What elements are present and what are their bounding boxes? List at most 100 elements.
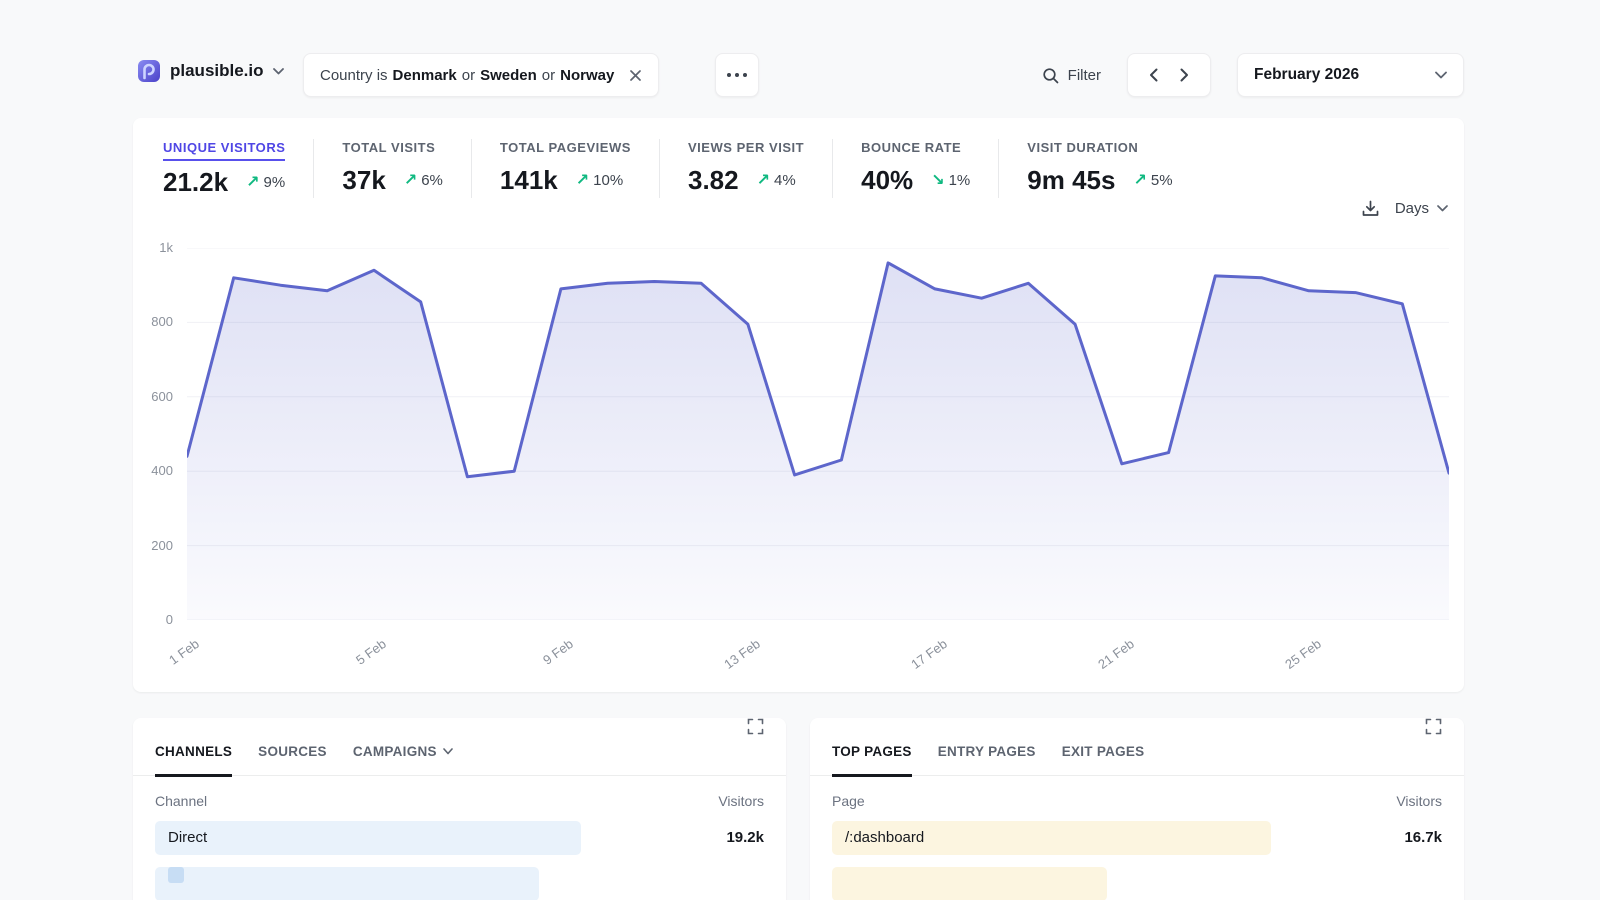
favicon	[168, 867, 184, 883]
chevron-down-icon	[1435, 71, 1447, 79]
table-row[interactable]	[155, 867, 764, 900]
metric-value: 141k	[500, 165, 558, 196]
trend-up-icon: ↗	[1133, 173, 1146, 189]
tab-entry-pages[interactable]: ENTRY PAGES	[938, 744, 1036, 775]
chevron-down-icon	[443, 748, 453, 755]
pages-column-headers: Page Visitors	[810, 776, 1464, 821]
metric-value: 40%	[861, 165, 913, 196]
metric-bounce-rate[interactable]: BOUNCE RATE 40% ↘ 1%	[832, 139, 998, 198]
metric-total-pageviews[interactable]: TOTAL PAGEVIEWS 141k ↗10%	[471, 139, 659, 198]
tab-exit-pages[interactable]: EXIT PAGES	[1062, 744, 1145, 775]
metric-change: 6%	[421, 172, 443, 189]
topbar-right: Filter February 2026	[1042, 53, 1464, 97]
tab-label: SOURCES	[258, 744, 327, 759]
pages-card: TOP PAGES ENTRY PAGES EXIT PAGES Page Vi…	[810, 718, 1464, 900]
chevron-left-icon[interactable]	[1141, 60, 1167, 90]
row-name[interactable]: Direct	[168, 821, 207, 855]
y-tick-label: 600	[133, 389, 173, 404]
chart-svg[interactable]	[187, 248, 1449, 620]
tab-top-pages[interactable]: TOP PAGES	[832, 744, 912, 775]
expand-icon[interactable]	[1425, 718, 1442, 735]
metric-visit-duration[interactable]: VISIT DURATION 9m 45s ↗5%	[998, 139, 1200, 198]
x-tick-label: 25 Feb	[1258, 636, 1323, 689]
metric-value: 3.82	[688, 165, 739, 196]
row-name[interactable]: /:dashboard	[845, 821, 924, 855]
x-tick-label: 13 Feb	[697, 636, 762, 689]
ellipsis-icon	[727, 73, 731, 77]
more-filters-button[interactable]	[715, 53, 759, 97]
filter-country-1: Denmark	[393, 67, 457, 84]
tab-label: CHANNELS	[155, 744, 232, 759]
metric-label: TOTAL PAGEVIEWS	[500, 140, 631, 159]
table-row[interactable]: Direct 19.2k	[155, 821, 764, 855]
filter-prefix: Country is	[320, 67, 388, 84]
tab-label: ENTRY PAGES	[938, 744, 1036, 759]
filter-button[interactable]: Filter	[1042, 67, 1101, 84]
main-graph-card: UNIQUE VISITORS 21.2k ↗9% TOTAL VISITS 3…	[133, 118, 1464, 692]
metric-unique-visitors[interactable]: UNIQUE VISITORS 21.2k ↗9%	[163, 139, 313, 198]
period-nav	[1127, 53, 1211, 97]
trend-up-icon: ↗	[757, 173, 770, 189]
metric-change: 9%	[263, 174, 285, 191]
chart-controls: Days	[1362, 200, 1448, 217]
trend-up-icon: ↗	[246, 175, 259, 191]
table-row[interactable]	[832, 867, 1442, 900]
row-value: 19.2k	[726, 821, 764, 855]
chevron-right-icon[interactable]	[1172, 60, 1198, 90]
tab-campaigns[interactable]: CAMPAIGNS	[353, 744, 453, 775]
channels-rows: Direct 19.2k	[133, 821, 786, 900]
row-value: 16.7k	[1404, 821, 1442, 855]
trend-up-icon: ↗	[404, 173, 417, 189]
period-label: February 2026	[1254, 66, 1359, 84]
filter-button-label: Filter	[1068, 67, 1101, 84]
close-icon[interactable]	[629, 69, 642, 82]
metric-label: TOTAL VISITS	[342, 140, 435, 159]
tab-sources[interactable]: SOURCES	[258, 744, 327, 775]
tab-label: TOP PAGES	[832, 744, 912, 759]
chevron-down-icon	[1437, 205, 1448, 212]
column-header-visitors: Visitors	[1396, 793, 1442, 809]
filter-conjunction: or	[462, 67, 475, 84]
tab-label: CAMPAIGNS	[353, 744, 437, 759]
row-bar	[155, 821, 581, 855]
metric-change: 5%	[1151, 172, 1173, 189]
metric-label: VIEWS PER VISIT	[688, 140, 804, 159]
metric-change: 1%	[949, 172, 971, 189]
x-tick-label: 17 Feb	[884, 636, 949, 689]
search-icon	[1042, 67, 1059, 84]
metric-label: BOUNCE RATE	[861, 140, 961, 159]
chevron-down-icon	[273, 68, 284, 75]
filter-country-3: Norway	[560, 67, 614, 84]
column-header-page: Page	[832, 793, 865, 809]
date-range-picker[interactable]: February 2026	[1237, 53, 1464, 97]
metric-value: 37k	[342, 165, 385, 196]
metric-total-visits[interactable]: TOTAL VISITS 37k ↗6%	[313, 139, 470, 198]
x-tick-label: 1 Feb	[136, 636, 201, 689]
channels-card: CHANNELS SOURCES CAMPAIGNS Channel Visit…	[133, 718, 786, 900]
y-tick-label: 800	[133, 314, 173, 329]
pages-tabs: TOP PAGES ENTRY PAGES EXIT PAGES	[810, 718, 1464, 776]
ellipsis-icon	[743, 73, 747, 77]
row-name[interactable]	[168, 867, 192, 883]
visitors-chart[interactable]: 02004006008001k 1 Feb5 Feb9 Feb13 Feb17 …	[133, 248, 1464, 688]
channels-column-headers: Channel Visitors	[133, 776, 786, 821]
metric-value: 9m 45s	[1027, 165, 1115, 196]
tab-label: EXIT PAGES	[1062, 744, 1145, 759]
expand-icon[interactable]	[747, 718, 764, 735]
y-tick-label: 1k	[133, 240, 173, 255]
column-header-visitors: Visitors	[718, 793, 764, 809]
tab-channels[interactable]: CHANNELS	[155, 744, 232, 775]
active-filter-pill[interactable]: Country is Denmark or Sweden or Norway	[303, 53, 659, 97]
trend-down-icon: ↘	[931, 173, 944, 189]
site-switcher[interactable]: plausible.io	[137, 59, 284, 83]
trend-up-icon: ↗	[576, 173, 589, 189]
y-tick-label: 400	[133, 463, 173, 478]
table-row[interactable]: /:dashboard 16.7k	[832, 821, 1442, 855]
pages-rows: /:dashboard 16.7k	[810, 821, 1464, 900]
y-axis-labels: 02004006008001k	[133, 248, 173, 620]
interval-dropdown[interactable]: Days	[1395, 200, 1448, 217]
download-icon[interactable]	[1362, 200, 1379, 217]
x-tick-label: 9 Feb	[510, 636, 575, 689]
plausible-logo-icon	[137, 59, 161, 83]
metric-views-per-visit[interactable]: VIEWS PER VISIT 3.82 ↗4%	[659, 139, 832, 198]
